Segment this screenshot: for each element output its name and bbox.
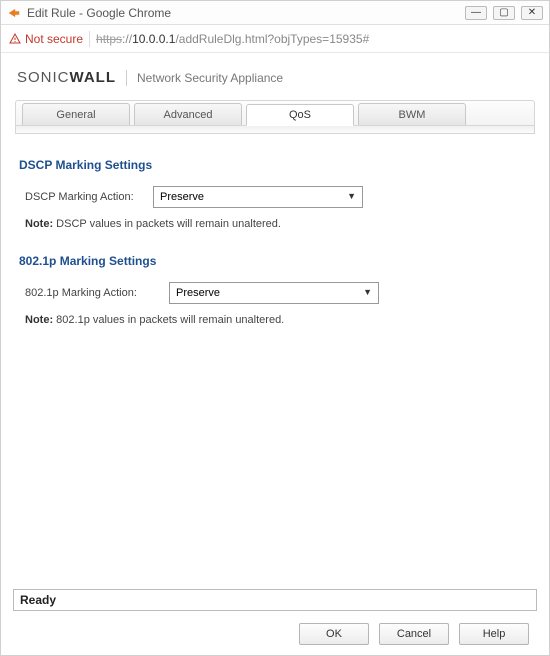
cancel-button[interactable]: Cancel [379,623,449,645]
page-content: SONICWALL Network Security Appliance Gen… [1,53,549,655]
dscp-note: Note: DSCP values in packets will remain… [15,218,535,248]
tab-label: QoS [289,109,311,121]
url-display[interactable]: https://10.0.0.1/addRuleDlg.html?objType… [96,32,369,46]
url-scheme: https [96,32,122,46]
tab-label: General [56,109,95,121]
tab-qos[interactable]: QoS [246,104,354,126]
brand-name-a: SONIC [17,69,70,86]
brand-subtitle: Network Security Appliance [137,71,283,85]
tab-general[interactable]: General [22,103,130,125]
status-bar: Ready [13,589,537,611]
tab-advanced[interactable]: Advanced [134,103,242,125]
url-host: 10.0.0.1 [132,32,175,46]
select-value: Preserve [160,191,204,203]
tab-strip: General Advanced QoS BWM [15,100,535,126]
note-text: 802.1p values in packets will remain una… [53,314,284,326]
tab-label: Advanced [164,109,213,121]
dscp-section-title: DSCP Marking Settings [19,158,535,172]
select-value: Preserve [176,287,220,299]
chrome-icon [7,6,21,20]
minimize-button[interactable]: — [465,6,487,20]
url-sep: :// [122,32,132,46]
ok-button[interactable]: OK [299,623,369,645]
dscp-label: DSCP Marking Action: [25,191,145,203]
brand-name-b: WALL [70,69,117,86]
divider [126,70,127,86]
tab-underline [15,126,535,134]
dialog-footer: OK Cancel Help [15,611,535,655]
brand-logo: SONICWALL [17,69,116,86]
tab-label: BWM [399,109,426,121]
brand-header: SONICWALL Network Security Appliance [15,63,535,100]
address-bar: Not secure https://10.0.0.1/addRuleDlg.h… [1,25,549,53]
8021p-label: 802.1p Marking Action: [25,287,161,299]
tab-bwm[interactable]: BWM [358,103,466,125]
dscp-row: DSCP Marking Action: Preserve [15,186,535,218]
warning-icon [9,33,21,45]
window-controls: — ▢ ✕ [465,6,543,20]
8021p-section-title: 802.1p Marking Settings [19,254,535,268]
divider [89,31,90,47]
note-text: DSCP values in packets will remain unalt… [53,218,281,230]
note-prefix: Note: [25,218,53,230]
8021p-row: 802.1p Marking Action: Preserve [15,282,535,314]
close-button[interactable]: ✕ [521,6,543,20]
note-prefix: Note: [25,314,53,326]
url-path: /addRuleDlg.html?objTypes=15935# [175,32,369,46]
help-button[interactable]: Help [459,623,529,645]
8021p-marking-select[interactable]: Preserve [169,282,379,304]
8021p-note: Note: 802.1p values in packets will rema… [15,314,535,344]
maximize-button[interactable]: ▢ [493,6,515,20]
dscp-marking-select[interactable]: Preserve [153,186,363,208]
window-title: Edit Rule - Google Chrome [27,6,465,20]
security-text: Not secure [25,32,83,46]
window-titlebar: Edit Rule - Google Chrome — ▢ ✕ [1,1,549,25]
security-indicator[interactable]: Not secure [9,32,83,46]
spacer [15,344,535,589]
